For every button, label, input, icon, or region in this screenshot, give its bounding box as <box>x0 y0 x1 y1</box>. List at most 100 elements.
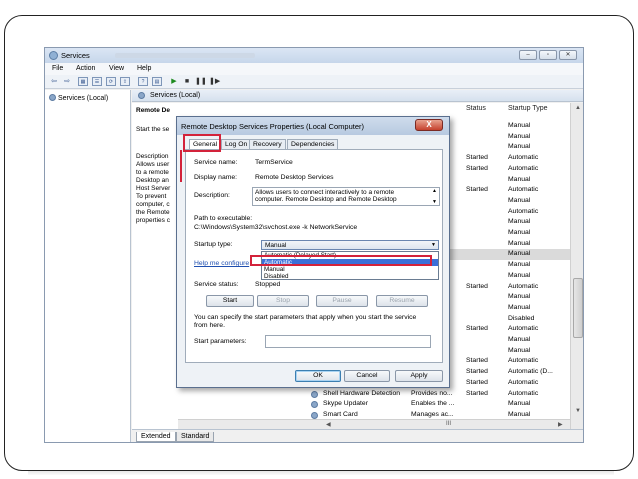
vertical-scrollbar[interactable]: ▲ ▼ <box>570 103 583 429</box>
column-header-status[interactable]: Status <box>466 105 486 112</box>
dialog-title: Remote Desktop Services Properties (Loca… <box>181 122 364 131</box>
scroll-up-icon[interactable]: ▲ <box>432 188 437 194</box>
description-field[interactable]: Allows users to connect interactively to… <box>252 187 440 206</box>
help-configure-link[interactable]: Help me configure <box>194 260 249 267</box>
maximize-icon[interactable]: ▫ <box>539 50 557 60</box>
scroll-down-icon[interactable]: ▼ <box>432 199 437 205</box>
service-name: Smart Card <box>323 410 358 418</box>
gear-icon <box>138 92 145 99</box>
highlight-automatic-option <box>250 255 432 266</box>
title-bar: Services – ▫ ✕ <box>45 48 583 63</box>
display-name-label: Display name: <box>194 174 238 181</box>
restart-service-icon[interactable]: ❚▶ <box>209 77 220 86</box>
service-startup-type: Automatic (D... <box>508 368 553 376</box>
resume-button[interactable]: Resume <box>376 295 428 307</box>
forward-arrow-icon[interactable]: ⇨ <box>62 77 72 86</box>
description-line: properties c <box>136 217 170 224</box>
service-status: Started <box>466 389 488 397</box>
service-startup-type: Manual <box>508 346 531 354</box>
scroll-left-icon[interactable]: ◀ <box>326 421 331 428</box>
service-status-value: Stopped <box>255 281 281 288</box>
horizontal-scrollbar[interactable]: ◀ III ▶ <box>178 419 570 429</box>
service-startup-type: Automatic <box>508 207 539 215</box>
description-line: to a remote <box>136 169 169 176</box>
service-status: Started <box>466 357 488 365</box>
horizontal-scroll-thumb[interactable]: III <box>446 421 451 427</box>
description-label: Description: <box>194 192 230 199</box>
stop-button[interactable]: Stop <box>257 295 309 307</box>
path-label: Path to executable: <box>194 215 253 222</box>
scroll-thumb[interactable] <box>573 278 583 338</box>
service-status: Started <box>466 325 488 333</box>
description-line: computer, c <box>136 201 170 208</box>
cancel-button[interactable]: Cancel <box>344 370 390 382</box>
ok-button[interactable]: OK <box>295 370 341 382</box>
service-startup-type: Manual <box>508 261 531 269</box>
option-manual[interactable]: Manual <box>262 266 438 273</box>
scroll-up-icon[interactable]: ▲ <box>575 105 581 111</box>
option-disabled[interactable]: Disabled <box>262 273 438 280</box>
tab-extended[interactable]: Extended <box>136 432 176 442</box>
pause-service-icon[interactable]: ❚❚ <box>195 77 207 86</box>
toolbar: ⇦ ⇨ ▦ ☰ ⟳ ⇪ ? ▤ ▶ ■ ❚❚ ❚▶ <box>45 75 583 89</box>
description-line: Desktop an <box>136 177 169 184</box>
display-name-value: Remote Desktop Services <box>255 174 334 181</box>
help-icon[interactable]: ? <box>138 77 148 86</box>
start-service-icon[interactable]: ▶ <box>169 77 179 86</box>
start-link[interactable]: Start <box>136 126 150 133</box>
gear-icon <box>49 94 56 101</box>
service-status: Started <box>466 282 488 290</box>
menu-help[interactable]: Help <box>137 65 151 72</box>
column-header-startup-type[interactable]: Startup Type <box>508 105 548 112</box>
scroll-down-icon[interactable]: ▼ <box>575 408 581 414</box>
description-line: To prevent <box>136 193 167 200</box>
service-status: Started <box>466 378 488 386</box>
service-startup-type: Manual <box>508 303 531 311</box>
list-view-icon[interactable]: ☰ <box>92 77 102 86</box>
service-startup-type: Manual <box>508 250 531 258</box>
description-line: Allows user <box>136 161 170 168</box>
pause-button[interactable]: Pause <box>316 295 368 307</box>
startup-type-select[interactable]: Manual ▼ <box>261 240 439 250</box>
menu-action[interactable]: Action <box>76 65 95 72</box>
service-startup-type: Manual <box>508 229 531 236</box>
stop-service-icon[interactable]: ■ <box>182 77 192 86</box>
service-startup-type: Manual <box>508 175 531 183</box>
export-icon[interactable]: ⇪ <box>120 77 130 86</box>
service-description: Provides no... <box>411 389 453 397</box>
scroll-right-icon[interactable]: ▶ <box>558 421 563 428</box>
service-startup-type: Manual <box>508 336 531 343</box>
apply-button[interactable]: Apply <box>395 370 443 382</box>
service-name: Shell Hardware Detection <box>323 389 401 397</box>
start-params-input[interactable] <box>265 335 431 348</box>
table-row[interactable]: Skype Updater Enables the ... Manual <box>178 399 570 410</box>
startup-type-label: Startup type: <box>194 241 233 248</box>
description-text-line: Allows users to connect interactively to… <box>255 189 395 196</box>
service-startup-type: Manual <box>508 239 531 247</box>
panel-header: Services (Local) <box>132 90 583 102</box>
description-line: the Remote <box>136 209 170 216</box>
minimize-icon[interactable]: – <box>519 50 537 60</box>
dialog-close-button[interactable]: X <box>415 119 443 131</box>
properties-icon[interactable]: ▤ <box>152 77 162 86</box>
description-line: Host Server <box>136 185 171 192</box>
description-line: Description <box>136 153 169 160</box>
tree-item-services-local[interactable]: Services (Local) <box>49 94 108 102</box>
console-tree-icon[interactable]: ▦ <box>78 77 88 86</box>
menu-file[interactable]: File <box>52 65 63 72</box>
service-startup-type: Automatic <box>508 164 539 172</box>
back-arrow-icon[interactable]: ⇦ <box>49 77 59 86</box>
window-controls: – ▫ ✕ <box>519 50 577 60</box>
service-status-label: Service status: <box>194 281 239 288</box>
service-description: Enables the ... <box>411 400 455 408</box>
service-startup-type: Manual <box>508 143 531 151</box>
start-button[interactable]: Start <box>206 295 254 307</box>
service-startup-type: Automatic <box>508 378 539 386</box>
close-icon[interactable]: ✕ <box>559 50 577 60</box>
service-status: Started <box>466 186 488 194</box>
menu-view[interactable]: View <box>109 65 124 72</box>
refresh-icon[interactable]: ⟳ <box>106 77 116 86</box>
gear-icon <box>311 411 318 419</box>
table-row[interactable]: Shell Hardware Detection Provides no... St… <box>178 389 570 400</box>
tab-standard[interactable]: Standard <box>176 432 215 442</box>
